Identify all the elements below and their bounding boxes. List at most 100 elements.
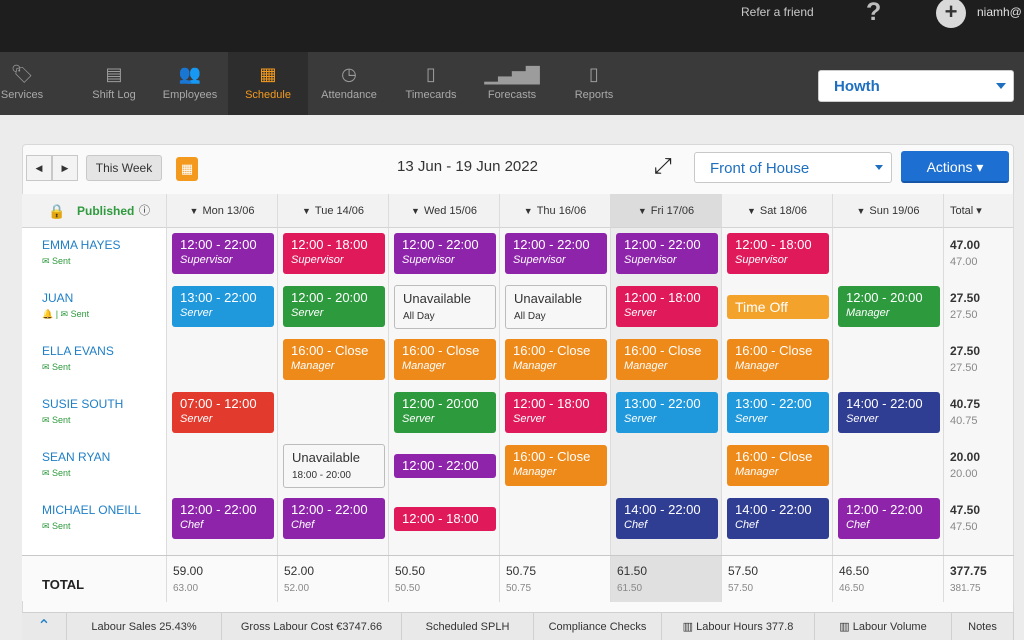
schedule-cell[interactable]: 12:00 - 22:00 Chef [833, 493, 944, 546]
shift-block[interactable]: 12:00 - 18:00 Supervisor [283, 233, 385, 274]
shift-block[interactable]: 12:00 - 18:00 Server [616, 286, 718, 327]
prev-week-button[interactable]: ◀ [26, 155, 52, 181]
next-week-button[interactable]: ▶ [52, 155, 78, 181]
schedule-cell[interactable]: 16:00 - Close Manager [722, 334, 833, 387]
shift-block[interactable]: 12:00 - 20:00 Server [283, 286, 385, 327]
day-header[interactable]: ▼ Thu 16/06 [500, 194, 611, 228]
schedule-cell[interactable]: 16:00 - Close Manager [389, 334, 500, 387]
shift-block[interactable]: 12:00 - 18:00 Supervisor [727, 233, 829, 274]
day-header[interactable]: ▼ Wed 15/06 [389, 194, 500, 228]
calendar-icon[interactable]: ▦ [176, 157, 198, 181]
schedule-cell[interactable]: 13:00 - 22:00 Server [611, 387, 722, 440]
schedule-cell[interactable] [833, 334, 944, 387]
unavailable-block[interactable]: Unavailable All Day [394, 285, 496, 329]
shift-block[interactable]: 12:00 - 18:00 Server [505, 392, 607, 433]
schedule-cell[interactable]: Unavailable All Day [500, 281, 611, 334]
shift-block[interactable]: 16:00 - Close Manager [505, 445, 607, 486]
shift-block[interactable]: 14:00 - 22:00 Chef [616, 498, 718, 539]
user-email[interactable]: niamh@ [977, 5, 1022, 19]
schedule-cell[interactable]: Unavailable 18:00 - 20:00 [278, 440, 389, 493]
shift-block[interactable]: 12:00 - 22:00 Supervisor [172, 233, 274, 274]
shift-block[interactable]: 12:00 - 22:00 Supervisor [505, 233, 607, 274]
shift-block[interactable]: 12:00 - 22:00 Supervisor [394, 233, 496, 274]
schedule-cell[interactable]: 12:00 - 22:00 Supervisor [500, 228, 611, 281]
shift-block[interactable]: 12:00 - 22:00 Chef [283, 498, 385, 539]
schedule-cell[interactable]: 14:00 - 22:00 Chef [722, 493, 833, 546]
actions-button[interactable]: Actions ▾ [901, 151, 1009, 183]
nav-services[interactable]: 🏷 Services [0, 52, 44, 115]
shift-block[interactable]: 12:00 - 20:00 Manager [838, 286, 940, 327]
nav-employees[interactable]: 👥 Employees [152, 52, 228, 115]
unavailable-block[interactable]: Unavailable All Day [505, 285, 607, 329]
shift-block[interactable]: 13:00 - 22:00 Server [727, 392, 829, 433]
help-icon[interactable]: ? [866, 0, 881, 27]
schedule-cell[interactable]: 12:00 - 18:00 Supervisor [722, 228, 833, 281]
nav-attendance[interactable]: ◷ Attendance [308, 52, 390, 115]
shift-block[interactable]: 12:00 - 18:00 [394, 507, 496, 531]
footer-tab[interactable]: Compliance Checks [534, 613, 662, 640]
avatar[interactable]: + [936, 0, 966, 28]
schedule-cell[interactable]: 12:00 - 18:00 [389, 493, 500, 546]
schedule-cell[interactable]: 13:00 - 22:00 Server [722, 387, 833, 440]
employee-name[interactable]: SEAN RYAN [42, 450, 110, 464]
department-select[interactable]: Front of House [694, 152, 892, 183]
schedule-cell[interactable]: 12:00 - 18:00 Server [500, 387, 611, 440]
schedule-cell[interactable] [833, 228, 944, 281]
refer-friend-link[interactable]: Refer a friend [741, 5, 814, 19]
schedule-cell[interactable]: 16:00 - Close Manager [722, 440, 833, 493]
nav-shift-log[interactable]: ▤ Shift Log [76, 52, 152, 115]
shift-block[interactable]: 12:00 - 20:00 Server [394, 392, 496, 433]
shift-block[interactable]: 16:00 - Close Manager [727, 445, 829, 486]
schedule-cell[interactable]: 12:00 - 22:00 Supervisor [611, 228, 722, 281]
shift-block[interactable]: 12:00 - 22:00 Supervisor [616, 233, 718, 274]
shift-block[interactable]: 14:00 - 22:00 Chef [727, 498, 829, 539]
schedule-cell[interactable]: 13:00 - 22:00 Server [167, 281, 278, 334]
footer-tab[interactable]: ▥ Labour Hours 377.8 [662, 613, 815, 640]
schedule-cell[interactable] [833, 440, 944, 493]
schedule-cell[interactable]: 12:00 - 20:00 Server [389, 387, 500, 440]
schedule-cell[interactable]: 16:00 - Close Manager [278, 334, 389, 387]
schedule-cell[interactable]: 12:00 - 22:00 Chef [278, 493, 389, 546]
footer-tab[interactable]: Gross Labour Cost €3747.66 [222, 613, 402, 640]
employee-name[interactable]: JUAN [42, 291, 73, 305]
shift-block[interactable]: 12:00 - 22:00 Chef [172, 498, 274, 539]
schedule-cell[interactable] [611, 440, 722, 493]
nav-schedule[interactable]: ▦ Schedule [228, 52, 308, 115]
footer-tab[interactable]: Scheduled SPLH [402, 613, 534, 640]
day-header[interactable]: ▼ Fri 17/06 [611, 194, 722, 228]
schedule-cell[interactable]: 07:00 - 12:00 Server [167, 387, 278, 440]
footer-tab[interactable]: ▥ Labour Volume [815, 613, 952, 640]
employee-name[interactable]: ELLA EVANS [42, 344, 114, 358]
schedule-cell[interactable]: 12:00 - 22:00 Supervisor [167, 228, 278, 281]
shift-block[interactable]: 16:00 - Close Manager [616, 339, 718, 380]
expand-icon[interactable]: ⤢ [654, 151, 672, 181]
schedule-cell[interactable] [167, 334, 278, 387]
schedule-cell[interactable]: 12:00 - 18:00 Server [611, 281, 722, 334]
shift-block[interactable]: 16:00 - Close Manager [394, 339, 496, 380]
shift-block[interactable]: 16:00 - Close Manager [283, 339, 385, 380]
schedule-cell[interactable]: 14:00 - 22:00 Chef [611, 493, 722, 546]
shift-block[interactable]: 16:00 - Close Manager [505, 339, 607, 380]
shift-block[interactable]: 07:00 - 12:00 Server [172, 392, 274, 433]
schedule-cell[interactable]: 12:00 - 20:00 Server [278, 281, 389, 334]
unavailable-block[interactable]: Unavailable 18:00 - 20:00 [283, 444, 385, 488]
schedule-cell[interactable] [167, 440, 278, 493]
shift-block[interactable]: 13:00 - 22:00 Server [616, 392, 718, 433]
employee-name[interactable]: EMMA HAYES [42, 238, 120, 252]
schedule-cell[interactable]: 16:00 - Close Manager [500, 334, 611, 387]
schedule-cell[interactable]: 12:00 - 20:00 Manager [833, 281, 944, 334]
shift-block[interactable]: 16:00 - Close Manager [727, 339, 829, 380]
schedule-cell[interactable]: 14:00 - 22:00 Server [833, 387, 944, 440]
nav-forecasts[interactable]: ▁▃▅▇ Forecasts [472, 52, 552, 115]
nav-reports[interactable]: ▯ Reports [552, 52, 636, 115]
footer-tab[interactable]: Labour Sales 25.43% [67, 613, 222, 640]
collapse-toggle[interactable]: ⌃ [22, 613, 67, 640]
footer-tab[interactable]: Notes [952, 613, 1014, 640]
time-off-block[interactable]: Time Off [727, 295, 829, 319]
schedule-cell[interactable]: Time Off [722, 281, 833, 334]
schedule-cell[interactable]: 12:00 - 22:00 [389, 440, 500, 493]
schedule-cell[interactable]: 12:00 - 22:00 Supervisor [389, 228, 500, 281]
day-header[interactable]: ▼ Sat 18/06 [722, 194, 833, 228]
location-select[interactable]: Howth [818, 70, 1014, 102]
schedule-cell[interactable]: 12:00 - 18:00 Supervisor [278, 228, 389, 281]
